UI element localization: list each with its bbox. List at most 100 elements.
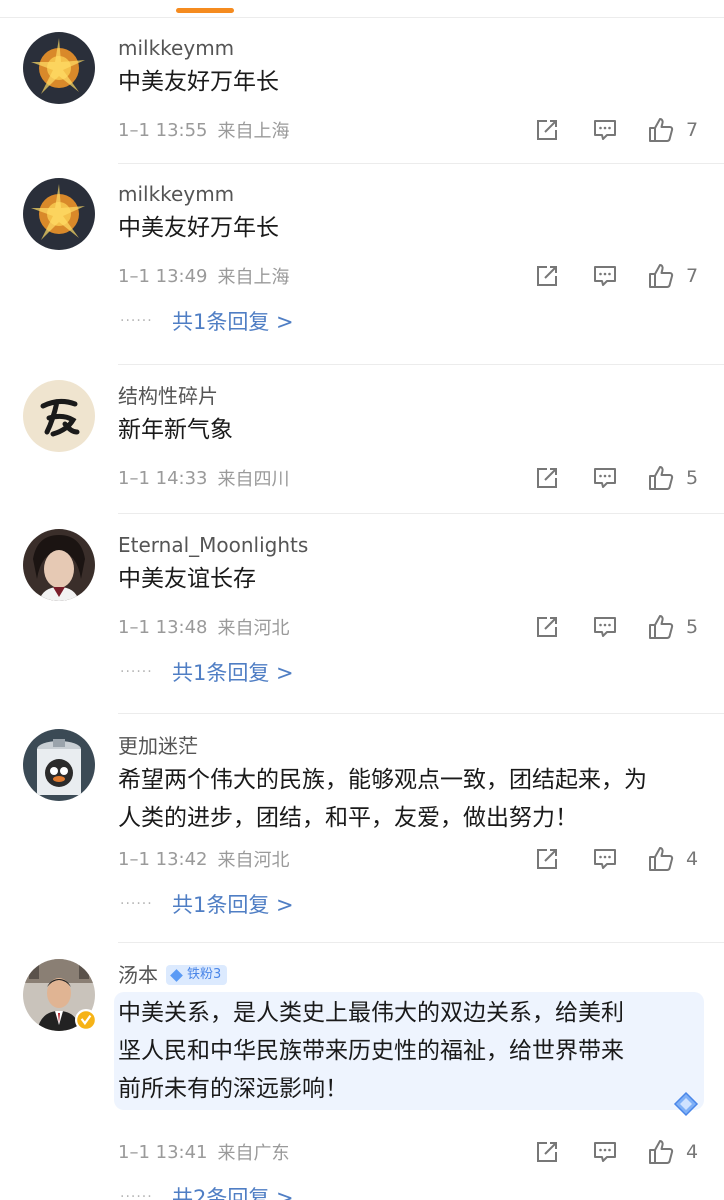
comment-text: 中美友谊长存 [118, 560, 700, 598]
like-count: 7 [686, 265, 699, 287]
reply-dots: ······ [120, 1189, 153, 1200]
like-icon[interactable] [648, 263, 674, 289]
share-icon[interactable] [534, 1139, 560, 1165]
comment-text: 中美关系，是人类史上最伟大的双边关系，给美利 坚人民和中华民族带来历史性的福祉，… [114, 992, 704, 1117]
comment-icon[interactable] [592, 117, 618, 143]
share-icon[interactable] [534, 846, 560, 872]
comment-text: 中美友好万年长 [118, 63, 700, 101]
comment-line: 坚人民和中华民族带来历史性的福祉，给世界带来 [118, 1038, 624, 1064]
comment-location: 来自四川 [217, 469, 290, 490]
comment-list: milkkeymm 中美友好万年长 1–1 13:55 来自上海 7 milkk… [0, 18, 724, 1200]
reply-dots: ······ [120, 664, 153, 680]
comment-text: 中美友好万年长 [118, 209, 700, 247]
comment-location: 来自上海 [217, 267, 290, 288]
comment-line: 中美友好万年长 [118, 69, 279, 95]
comment-location: 来自上海 [217, 121, 290, 142]
comment-icon[interactable] [592, 1139, 618, 1165]
comment-time: 1–1 13:55 [118, 119, 208, 141]
like-icon[interactable] [648, 1139, 674, 1165]
like-count: 4 [686, 1141, 699, 1163]
comment-item: 结构性碎片 新年新气象 1–1 14:33 来自四川 5 [0, 365, 724, 514]
share-icon[interactable] [534, 263, 560, 289]
username-row: 汤本 铁粉3 [118, 960, 700, 990]
comment-item: Eternal_Moonlights 中美友谊长存 1–1 13:48 来自河北… [0, 514, 724, 714]
comment-location: 来自河北 [217, 618, 290, 639]
username[interactable]: 结构性碎片 [118, 381, 700, 411]
like-icon[interactable] [648, 614, 674, 640]
comment-time: 1–1 13:48 [118, 616, 208, 638]
comment-text: 希望两个伟大的民族，能够观点一致，团结起来，为 人类的进步，团结，和平，友爱，做… [118, 761, 700, 837]
avatar[interactable] [23, 529, 95, 601]
avatar[interactable] [23, 380, 95, 452]
view-replies-link[interactable]: 共1条回复 > [172, 306, 294, 336]
diamond-sparkle-icon [673, 1091, 699, 1117]
comment-time: 1–1 14:33 [118, 467, 208, 489]
reply-summary: ······ 共2条回复 > [118, 1172, 700, 1200]
active-tab-indicator [176, 8, 234, 13]
comment-icon[interactable] [592, 846, 618, 872]
action-bar: 7 [534, 263, 700, 289]
comment-meta: 1–1 13:41 来自广东 4 [118, 1132, 700, 1172]
like-icon[interactable] [648, 465, 674, 491]
comment-icon[interactable] [592, 263, 618, 289]
action-bar: 5 [534, 614, 700, 640]
avatar[interactable] [23, 178, 95, 250]
comment-item: 更加迷茫 希望两个伟大的民族，能够观点一致，团结起来，为 人类的进步，团结，和平… [0, 714, 724, 943]
like-icon[interactable] [648, 846, 674, 872]
comment-meta: 1–1 14:33 来自四川 5 [118, 458, 700, 498]
username[interactable]: 更加迷茫 [118, 731, 700, 761]
share-icon[interactable] [534, 465, 560, 491]
reply-dots: ······ [120, 313, 153, 329]
comment-line: 前所未有的深远影响！ [118, 1076, 348, 1102]
comment-icon[interactable] [592, 465, 618, 491]
username[interactable]: 汤本 [118, 960, 158, 990]
like-icon[interactable] [648, 117, 674, 143]
comment-icon[interactable] [592, 614, 618, 640]
comment-meta: 1–1 13:49 来自上海 7 [118, 256, 700, 296]
view-replies-link[interactable]: 共1条回复 > [172, 657, 294, 687]
comment-meta: 1–1 13:42 来自河北 4 [118, 839, 700, 879]
username[interactable]: Eternal_Moonlights [118, 530, 700, 560]
verified-badge-icon [75, 1009, 97, 1031]
like-count: 5 [686, 467, 699, 489]
avatar[interactable] [23, 32, 95, 104]
comment-item: milkkeymm 中美友好万年长 1–1 13:49 来自上海 7 ·····… [0, 164, 724, 365]
comment-location: 来自河北 [217, 850, 290, 871]
comment-text: 新年新气象 [118, 411, 700, 449]
comment-time: 1–1 13:49 [118, 265, 208, 287]
comment-line: 中美友谊长存 [118, 566, 256, 592]
reply-dots: ······ [120, 896, 153, 912]
comment-time: 1–1 13:41 [118, 1141, 208, 1163]
comment-line: 新年新气象 [118, 417, 233, 443]
action-bar: 4 [534, 846, 700, 872]
comment-line: 中美友好万年长 [118, 215, 279, 241]
like-count: 4 [686, 848, 699, 870]
comment-location: 来自广东 [217, 1143, 290, 1164]
reply-summary: ······ 共1条回复 > [118, 296, 700, 346]
view-replies-link[interactable]: 共1条回复 > [172, 889, 294, 919]
action-bar: 4 [534, 1139, 700, 1165]
fan-badge-label: 铁粉3 [187, 967, 222, 982]
comment-item: milkkeymm 中美友好万年长 1–1 13:55 来自上海 7 [0, 18, 724, 164]
reply-summary: ······ 共1条回复 > [118, 647, 700, 697]
comment-meta: 1–1 13:55 来自上海 7 [118, 110, 700, 150]
comment-meta: 1–1 13:48 来自河北 5 [118, 607, 700, 647]
share-icon[interactable] [534, 614, 560, 640]
share-icon[interactable] [534, 117, 560, 143]
like-count: 7 [686, 119, 699, 141]
comment-line: 中美关系，是人类史上最伟大的双边关系，给美利 [118, 1000, 624, 1026]
action-bar: 5 [534, 465, 700, 491]
username[interactable]: milkkeymm [118, 179, 700, 209]
avatar[interactable] [23, 959, 97, 1031]
comment-line: 人类的进步，团结，和平，友爱，做出努力！ [118, 805, 578, 831]
comment-line: 希望两个伟大的民族，能够观点一致，团结起来，为 [118, 767, 647, 793]
avatar[interactable] [23, 729, 95, 801]
reply-summary: ······ 共1条回复 > [118, 879, 700, 929]
action-bar: 7 [534, 117, 700, 143]
comment-item: 汤本 铁粉3 中美关系，是人类史上最伟大的双边关系，给美利 坚人民和中华民族带来… [0, 943, 724, 1200]
fan-badge[interactable]: 铁粉3 [166, 965, 228, 985]
username[interactable]: milkkeymm [118, 33, 700, 63]
like-count: 5 [686, 616, 699, 638]
view-replies-link[interactable]: 共2条回复 > [172, 1182, 294, 1200]
comment-time: 1–1 13:42 [118, 848, 208, 870]
